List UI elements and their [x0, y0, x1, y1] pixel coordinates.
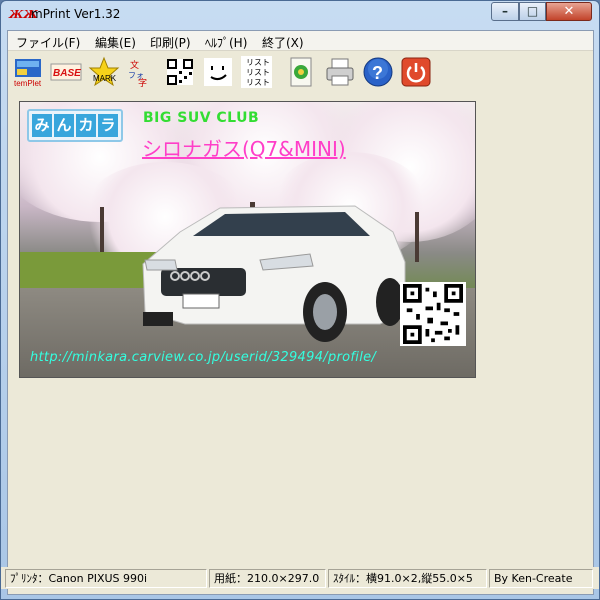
profile-qr-code: [400, 282, 466, 346]
template-button[interactable]: temPlet: [12, 55, 44, 89]
template-label: temPlet: [14, 79, 42, 88]
base-button[interactable]: BASE: [50, 55, 82, 89]
maximize-button[interactable]: □: [519, 2, 546, 21]
qr-code-icon: [167, 59, 193, 85]
menu-bar: ファイル(F) 編集(E) 印刷(P) ﾍﾙﾌﾟ(H) 終了(X): [8, 31, 593, 51]
base-icon: BASE: [50, 63, 82, 81]
list-button[interactable]: リスト リスト リスト: [240, 55, 272, 89]
app-window: ЖЖ mPrint Ver1.32 – □ ✕ ファイル(F) 編集(E) 印刷…: [0, 0, 600, 600]
status-style: ｽﾀｲﾙ：横91.0×2,縦55.0×5: [328, 569, 487, 588]
help-label: ?: [372, 63, 383, 83]
list-label: リスト: [246, 58, 270, 67]
print-button[interactable]: [324, 55, 356, 89]
app-icon: ЖЖ: [9, 8, 38, 21]
mark-icon: MARK: [88, 56, 120, 87]
status-paper: 用紙：210.0×297.0: [209, 569, 326, 588]
face-button[interactable]: [202, 55, 234, 89]
status-author: By Ken-Create: [489, 569, 593, 588]
close-button[interactable]: ✕: [546, 2, 592, 21]
font-icon: 文 フォ 字: [128, 59, 147, 88]
qr-button[interactable]: [164, 55, 196, 89]
title-bar[interactable]: ЖЖ mPrint Ver1.32 – □ ✕: [1, 1, 599, 29]
toolbar: temPlet BASE MARK 文 フォ 字 リスト リスト リスト ?: [8, 52, 593, 92]
svg-text:文: 文: [130, 59, 139, 71]
menu-edit[interactable]: 編集(E): [95, 34, 136, 51]
svg-text:リスト: リスト: [246, 68, 270, 77]
template-icon: temPlet: [14, 59, 42, 88]
menu-file[interactable]: ファイル(F): [16, 34, 80, 51]
recycle-icon: [290, 57, 312, 87]
face-icon: [204, 58, 232, 86]
svg-text:字: 字: [138, 77, 147, 88]
member-name: シロナガス(Q7&MINI): [142, 137, 346, 161]
menu-print[interactable]: 印刷(P): [150, 34, 191, 51]
minimize-icon: –: [502, 4, 508, 18]
exit-button[interactable]: [400, 55, 432, 89]
client-area: ファイル(F) 編集(E) 印刷(P) ﾍﾙﾌﾟ(H) 終了(X) temPle…: [7, 30, 594, 595]
svg-text:リスト: リスト: [246, 78, 270, 87]
recycle-button[interactable]: [285, 55, 317, 89]
minkara-logo: み ん カ ラ: [27, 109, 123, 142]
close-icon: ✕: [563, 4, 575, 19]
mark-button[interactable]: MARK: [88, 55, 120, 89]
help-button[interactable]: ?: [362, 55, 394, 89]
maximize-icon: □: [526, 4, 539, 18]
status-printer: ﾌﾟﾘﾝﾀ：Canon PIXUS 990i: [5, 569, 207, 588]
car-image: [142, 205, 406, 342]
club-name: BIG SUV CLUB: [143, 110, 260, 126]
base-label: BASE: [53, 68, 81, 79]
mark-label: MARK: [93, 74, 117, 83]
menu-help[interactable]: ﾍﾙﾌﾟ(H): [205, 34, 247, 51]
menu-exit[interactable]: 終了(X): [262, 34, 304, 51]
profile-url: http://minkara.carview.co.jp/userid/3294…: [30, 350, 377, 365]
list-icon: リスト リスト リスト: [241, 56, 272, 88]
printer-icon: [326, 58, 354, 86]
font-button[interactable]: 文 フォ 字: [126, 55, 158, 89]
help-icon: ?: [363, 57, 393, 87]
window-title: mPrint Ver1.32: [31, 7, 121, 21]
status-bar: ﾌﾟﾘﾝﾀ：Canon PIXUS 990i 用紙：210.0×297.0 ｽﾀ…: [1, 567, 599, 589]
card-preview[interactable]: み ん カ ラ BIG SUV CLUB シロナガス(Q7&MINI) http…: [19, 101, 476, 378]
power-icon: [401, 57, 431, 87]
minimize-button[interactable]: –: [491, 2, 519, 21]
